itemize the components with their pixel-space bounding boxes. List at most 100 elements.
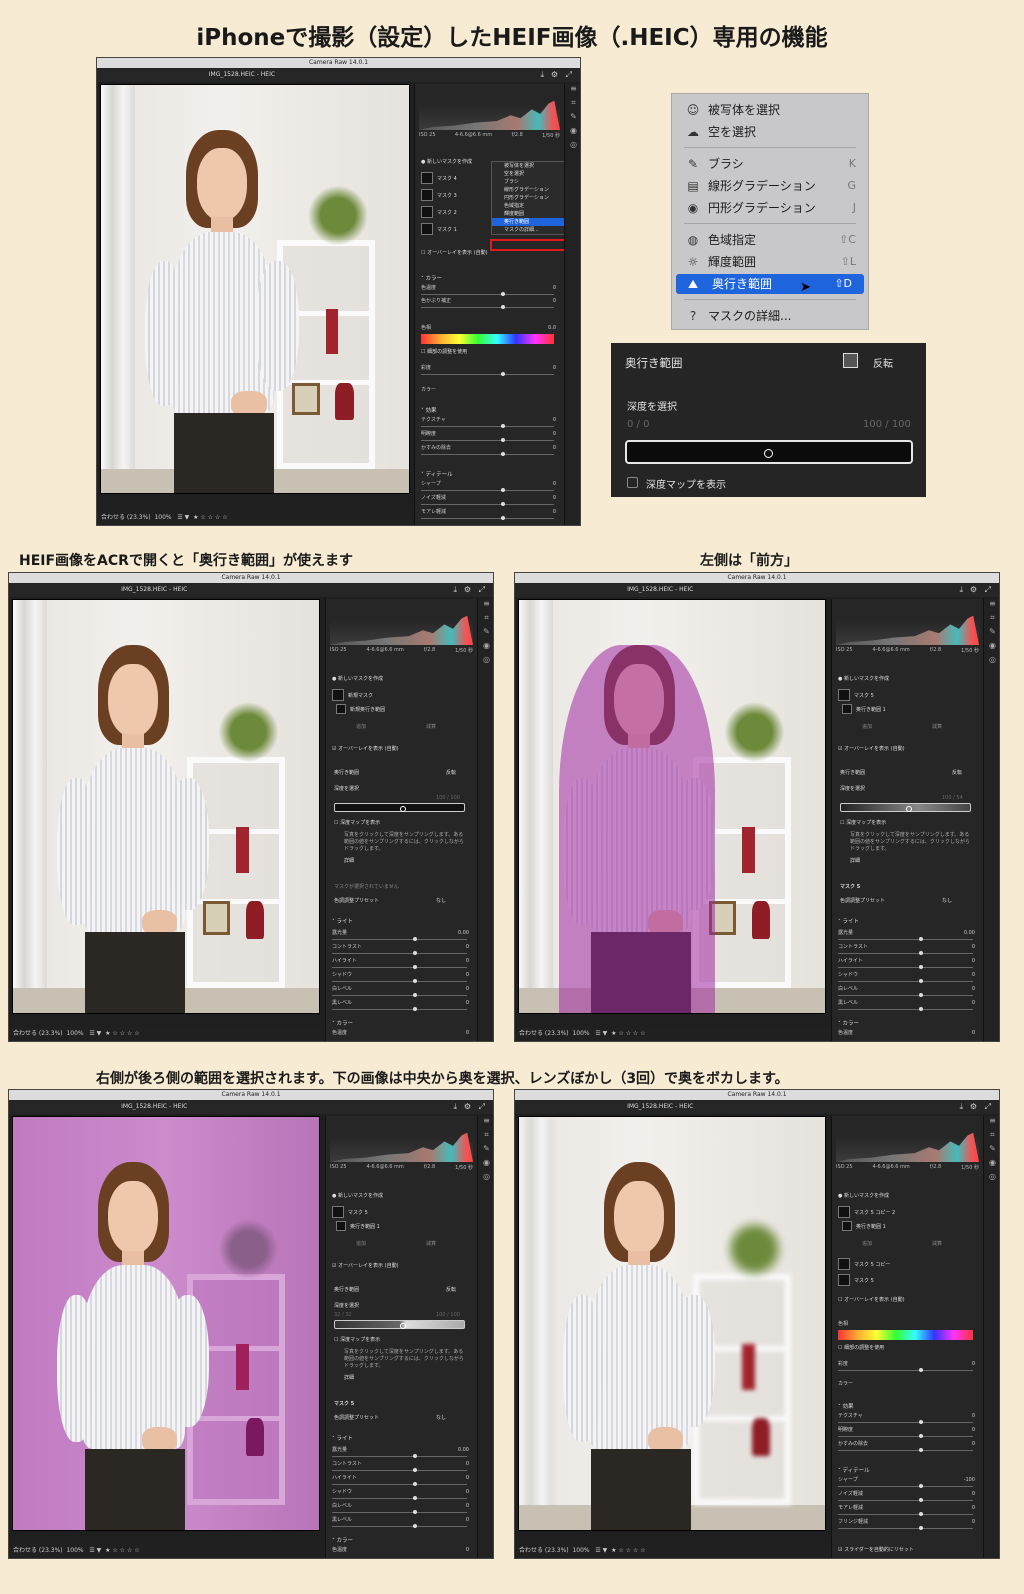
mask-1[interactable]: マスク 1 <box>437 226 457 233</box>
mask-icon[interactable]: ◉ <box>984 1158 999 1172</box>
reset-sliders[interactable]: ☑ スライダーを自動的にリセット <box>838 1546 914 1553</box>
show-depth-map[interactable]: ☐ 深度マップを表示 <box>334 819 380 826</box>
new-mask-button[interactable]: ● 新しいマスクを作成 <box>421 158 472 165</box>
edit-icon[interactable]: ≡ <box>984 1116 999 1130</box>
mask-3[interactable]: マスク 3 <box>437 192 457 199</box>
mask-5[interactable]: マスク 5 <box>854 1277 874 1284</box>
rating-stars[interactable]: ★ ☆ ☆ ☆ ☆ <box>193 514 228 521</box>
mask-icon[interactable]: ◉ <box>478 1158 493 1172</box>
gear-icon[interactable]: ⚙ <box>970 583 977 597</box>
heal-icon[interactable]: ✎ <box>478 627 493 641</box>
subtract-button[interactable]: 減算 <box>932 1240 942 1247</box>
gear-icon[interactable]: ⚙ <box>464 583 471 597</box>
menu-radial-gradient[interactable]: ◉ 円形グラデーション J <box>672 198 868 218</box>
show-depth-map[interactable]: ☐ 深度マップを表示 <box>840 819 886 826</box>
fine-adjust[interactable]: ☐ 細部の調整を使用 <box>838 1344 884 1351</box>
fullscreen-icon[interactable]: ⤢ <box>479 583 485 597</box>
add-button[interactable]: 追加 <box>862 723 872 730</box>
fit-label[interactable]: 合わせる (23.3%) <box>101 514 151 521</box>
new-mask-button[interactable]: ● 新しいマスクを作成 <box>838 1192 889 1199</box>
crop-icon[interactable]: ⌗ <box>984 613 999 627</box>
mask-icon[interactable]: ◉ <box>984 641 999 655</box>
preset-select[interactable]: なし <box>436 897 446 904</box>
heal-icon[interactable]: ✎ <box>565 112 580 126</box>
photo-canvas[interactable] <box>518 1116 826 1531</box>
invert-label[interactable]: 反転 <box>446 1286 456 1293</box>
depth-slider[interactable] <box>840 803 971 812</box>
redeye-icon[interactable]: ◎ <box>984 655 999 669</box>
menu-color-range[interactable]: ◍ 色域指定 ⇧C <box>672 230 868 250</box>
gear-icon[interactable]: ⚙ <box>551 68 558 82</box>
fullscreen-icon[interactable]: ⤢ <box>566 68 572 82</box>
mask-5-copy-2[interactable]: マスク 5 コピー 2 <box>854 1209 895 1216</box>
gear-icon[interactable]: ⚙ <box>970 1100 977 1114</box>
zoom-label[interactable]: 100% <box>154 514 171 521</box>
color-swatch-row[interactable]: カラー <box>421 386 556 395</box>
slider-hue[interactable]: 色相 0.0 <box>421 324 556 333</box>
edit-icon[interactable]: ≡ <box>478 1116 493 1130</box>
new-mask-button[interactable]: ● 新しいマスクを作成 <box>332 1192 383 1199</box>
save-icon[interactable]: ⤓ <box>540 68 544 82</box>
add-button[interactable]: 追加 <box>862 1240 872 1247</box>
mask-2[interactable]: マスク 2 <box>437 209 457 216</box>
detail-link[interactable]: 詳細 <box>850 857 860 864</box>
menu-linear-gradient[interactable]: ▤ 線形グラデーション G <box>672 176 868 196</box>
crop-icon[interactable]: ⌗ <box>478 613 493 627</box>
fullscreen-icon[interactable]: ⤢ <box>985 1100 991 1114</box>
depth-slider[interactable] <box>625 440 913 464</box>
menu-luminance-range[interactable]: ☼ 輝度範囲 ⇧L <box>672 252 868 272</box>
menu-mask-details[interactable]: ? マスクの詳細... <box>672 306 868 326</box>
invert-label[interactable]: 反転 <box>873 355 893 370</box>
new-mask-button[interactable]: ● 新しいマスクを作成 <box>838 675 889 682</box>
depth-slider[interactable] <box>334 803 465 812</box>
depth-slider[interactable] <box>334 1320 465 1329</box>
fullscreen-icon[interactable]: ⤢ <box>479 1100 485 1114</box>
depth-map-checkbox[interactable] <box>627 477 638 488</box>
photo-canvas[interactable] <box>12 599 320 1014</box>
section-color[interactable]: ˅ カラー <box>421 274 442 282</box>
heal-icon[interactable]: ✎ <box>984 627 999 641</box>
new-depth-item[interactable]: 新規奥行き範囲 <box>350 706 385 713</box>
heal-icon[interactable]: ✎ <box>984 1144 999 1158</box>
invert-icon[interactable] <box>843 353 858 368</box>
detail-link[interactable]: 詳細 <box>344 1374 354 1381</box>
redeye-icon[interactable]: ◎ <box>565 140 580 154</box>
heal-icon[interactable]: ✎ <box>478 1144 493 1158</box>
add-button[interactable]: 追加 <box>356 1240 366 1247</box>
hue-bar[interactable] <box>421 334 554 344</box>
mask-5[interactable]: マスク 5 <box>854 692 874 699</box>
depth-range-1[interactable]: 奥行き範囲 1 <box>856 706 886 713</box>
mask-5[interactable]: マスク 5 <box>348 1209 368 1216</box>
overlay-toggle[interactable]: ☑ オーバーレイを表示 (自動) <box>332 1262 399 1269</box>
redeye-icon[interactable]: ◎ <box>478 655 493 669</box>
save-icon[interactable]: ⤓ <box>453 1100 457 1114</box>
detail-link[interactable]: 詳細 <box>344 857 354 864</box>
section-detail[interactable]: ˅ ディテール <box>421 470 453 478</box>
edit-icon[interactable]: ≡ <box>565 84 580 98</box>
save-icon[interactable]: ⤓ <box>959 1100 963 1114</box>
add-button[interactable]: 追加 <box>356 723 366 730</box>
save-icon[interactable]: ⤓ <box>959 583 963 597</box>
edit-icon[interactable]: ≡ <box>984 599 999 613</box>
preset-select[interactable]: なし <box>942 897 952 904</box>
mask-icon[interactable]: ◉ <box>565 126 580 140</box>
crop-icon[interactable]: ⌗ <box>565 98 580 112</box>
crop-icon[interactable]: ⌗ <box>478 1130 493 1144</box>
fine-adjust[interactable]: ☐ 細部の調整を使用 <box>421 348 467 355</box>
slider-saturation[interactable]: 彩度 0 <box>421 364 556 373</box>
menu-depth-range[interactable]: ⛰ 奥行き範囲 ⇧D ➤ <box>676 274 864 295</box>
photo-canvas[interactable] <box>518 599 826 1014</box>
overlay-toggle[interactable]: ☑ オーバーレイを表示 (自動) <box>838 745 905 752</box>
edit-icon[interactable]: ≡ <box>478 599 493 613</box>
hue-bar[interactable] <box>838 1330 973 1340</box>
invert-label[interactable]: 反転 <box>446 769 456 776</box>
photo-canvas[interactable] <box>100 84 410 494</box>
redeye-icon[interactable]: ◎ <box>984 1172 999 1186</box>
redeye-icon[interactable]: ◎ <box>478 1172 493 1186</box>
section-effects[interactable]: ˅ 効果 <box>421 406 437 414</box>
mask-5-copy[interactable]: マスク 5 コピー <box>854 1261 890 1268</box>
depth-range-1[interactable]: 奥行き範囲 1 <box>856 1223 886 1230</box>
slider-temp[interactable]: 色温度 0 <box>421 284 556 293</box>
menu-brush[interactable]: ✎ ブラシ K <box>672 154 868 174</box>
invert-label[interactable]: 反転 <box>952 769 962 776</box>
